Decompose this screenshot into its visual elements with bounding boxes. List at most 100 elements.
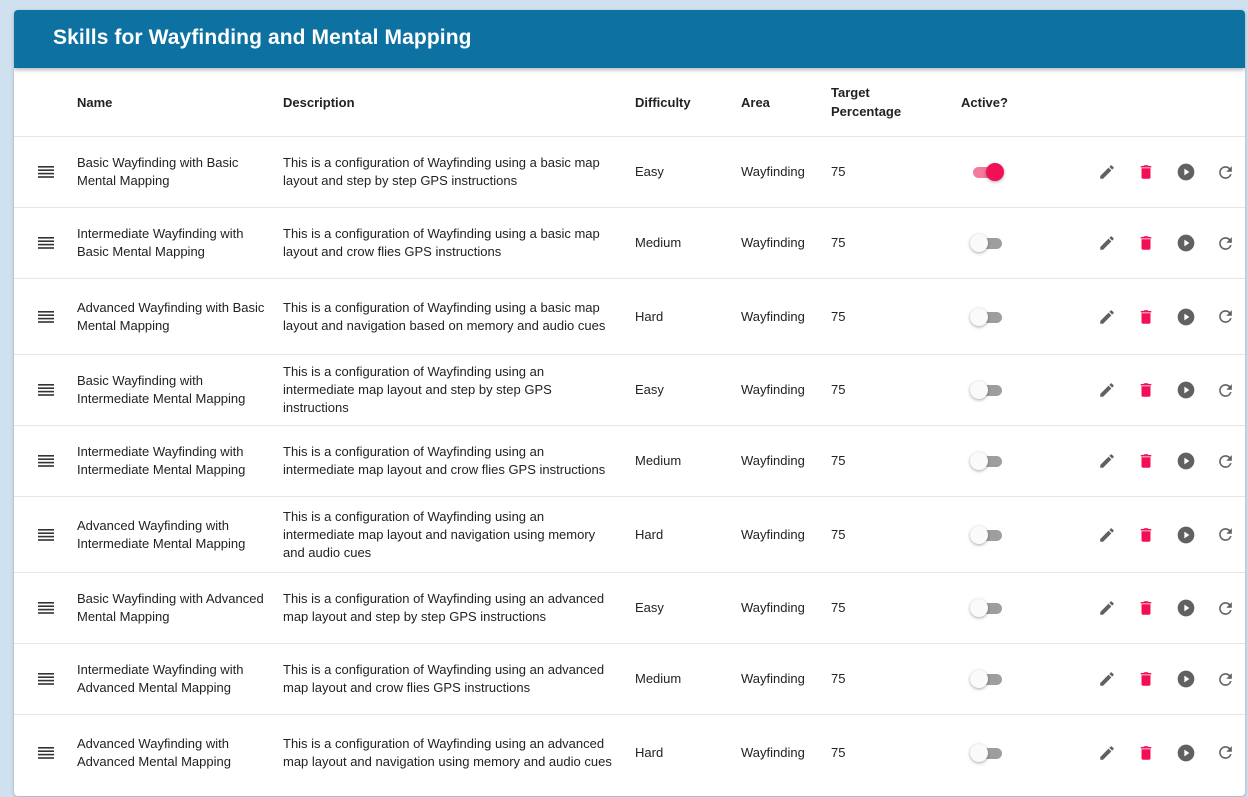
- row-actions: [1061, 596, 1245, 620]
- play-circle-icon: [1177, 452, 1195, 470]
- table-header-row: Name Description Difficulty Area Target P…: [14, 68, 1245, 137]
- play-button[interactable]: [1166, 231, 1206, 255]
- play-button[interactable]: [1166, 741, 1206, 765]
- skill-difficulty: Medium: [635, 643, 741, 715]
- delete-button[interactable]: [1127, 523, 1167, 547]
- skill-area: Wayfinding: [741, 496, 831, 573]
- skill-difficulty: Easy: [635, 354, 741, 426]
- active-toggle[interactable]: [970, 598, 1004, 618]
- skill-area: Wayfinding: [741, 207, 831, 279]
- edit-button[interactable]: [1087, 231, 1127, 255]
- pencil-icon: [1100, 165, 1114, 179]
- skill-difficulty: Medium: [635, 207, 741, 279]
- reset-button[interactable]: [1206, 160, 1246, 184]
- delete-button[interactable]: [1127, 667, 1167, 691]
- reset-button[interactable]: [1206, 231, 1246, 255]
- play-circle-icon: [1177, 599, 1195, 617]
- play-button[interactable]: [1166, 449, 1206, 473]
- active-toggle[interactable]: [970, 380, 1004, 400]
- edit-button[interactable]: [1087, 741, 1127, 765]
- skill-target-percentage: 75: [831, 496, 961, 573]
- delete-button[interactable]: [1127, 449, 1167, 473]
- reset-button[interactable]: [1206, 305, 1246, 329]
- drag-handle-icon[interactable]: [14, 528, 77, 541]
- reset-button[interactable]: [1206, 741, 1246, 765]
- delete-button[interactable]: [1127, 378, 1167, 402]
- reset-button[interactable]: [1206, 596, 1246, 620]
- active-toggle[interactable]: [970, 451, 1004, 471]
- delete-button[interactable]: [1127, 305, 1167, 329]
- trash-icon: [1141, 745, 1152, 760]
- skill-description: This is a configuration of Wayfinding us…: [283, 207, 635, 279]
- active-cell: [961, 572, 1061, 644]
- reset-button[interactable]: [1206, 378, 1246, 402]
- active-cell: [961, 425, 1061, 497]
- handle-cell: [14, 425, 77, 497]
- play-button[interactable]: [1166, 596, 1206, 620]
- actions-cell: [1061, 643, 1246, 715]
- trash-icon: [1141, 236, 1152, 250]
- table-row: Basic Wayfinding with Basic Mental Mappi…: [14, 136, 1246, 208]
- active-toggle[interactable]: [970, 162, 1004, 182]
- active-cell: [961, 643, 1061, 715]
- header-target-line1: Target: [831, 85, 870, 100]
- delete-button[interactable]: [1127, 160, 1167, 184]
- drag-handle-icon[interactable]: [14, 673, 77, 685]
- play-circle-icon: [1177, 234, 1195, 252]
- edit-button[interactable]: [1087, 378, 1127, 402]
- play-button[interactable]: [1166, 378, 1206, 402]
- drag-handle-icon[interactable]: [14, 455, 77, 467]
- edit-button[interactable]: [1087, 160, 1127, 184]
- card-header: Skills for Wayfinding and Mental Mapping: [14, 10, 1245, 68]
- edit-button[interactable]: [1087, 449, 1127, 473]
- drag-handle-icon[interactable]: [14, 384, 77, 396]
- drag-handle-icon[interactable]: [14, 602, 77, 614]
- reset-button[interactable]: [1206, 523, 1246, 547]
- drag-handle-icon[interactable]: [14, 310, 77, 323]
- active-toggle[interactable]: [970, 669, 1004, 689]
- skill-name: Advanced Wayfinding with Intermediate Me…: [77, 496, 283, 573]
- active-toggle[interactable]: [970, 743, 1004, 763]
- play-button[interactable]: [1166, 523, 1206, 547]
- skill-target-percentage: 75: [831, 136, 961, 208]
- handle-cell: [14, 572, 77, 644]
- delete-button[interactable]: [1127, 231, 1167, 255]
- header-difficulty: Difficulty: [635, 68, 741, 137]
- drag-handle-icon[interactable]: [14, 237, 77, 249]
- skill-description: This is a configuration of Wayfinding us…: [283, 643, 635, 715]
- pencil-icon: [1100, 383, 1114, 397]
- drag-handle-icon[interactable]: [14, 166, 77, 178]
- delete-button[interactable]: [1127, 741, 1167, 765]
- pencil-icon: [1100, 527, 1114, 542]
- active-toggle[interactable]: [970, 233, 1004, 253]
- reset-button[interactable]: [1206, 449, 1246, 473]
- play-button[interactable]: [1166, 305, 1206, 329]
- edit-button[interactable]: [1087, 305, 1127, 329]
- pencil-icon: [1100, 309, 1114, 324]
- actions-cell: [1061, 425, 1246, 497]
- skill-target-percentage: 75: [831, 744, 846, 760]
- edit-button[interactable]: [1087, 523, 1127, 547]
- reset-button[interactable]: [1206, 667, 1246, 691]
- pencil-icon: [1100, 601, 1114, 615]
- active-toggle[interactable]: [970, 307, 1004, 327]
- trash-icon: [1141, 309, 1152, 324]
- active-cell: [961, 207, 1061, 279]
- skill-description: This is a configuration of Wayfinding us…: [283, 572, 635, 644]
- handle-cell: [14, 136, 77, 208]
- active-toggle[interactable]: [970, 525, 1004, 545]
- drag-handle-icon[interactable]: [14, 746, 77, 759]
- play-button[interactable]: [1166, 160, 1206, 184]
- trash-icon: [1141, 165, 1152, 179]
- active-cell: [961, 354, 1061, 426]
- play-circle-icon: [1177, 526, 1195, 543]
- toggle-thumb: [970, 452, 988, 470]
- actions-cell: [1061, 572, 1245, 644]
- delete-button[interactable]: [1127, 596, 1167, 620]
- edit-button[interactable]: [1087, 667, 1127, 691]
- trash-icon: [1141, 527, 1152, 542]
- skill-difficulty: Medium: [635, 425, 741, 497]
- skill-description: This is a configuration of Wayfinding us…: [283, 354, 635, 426]
- edit-button[interactable]: [1087, 596, 1127, 620]
- play-button[interactable]: [1166, 667, 1206, 691]
